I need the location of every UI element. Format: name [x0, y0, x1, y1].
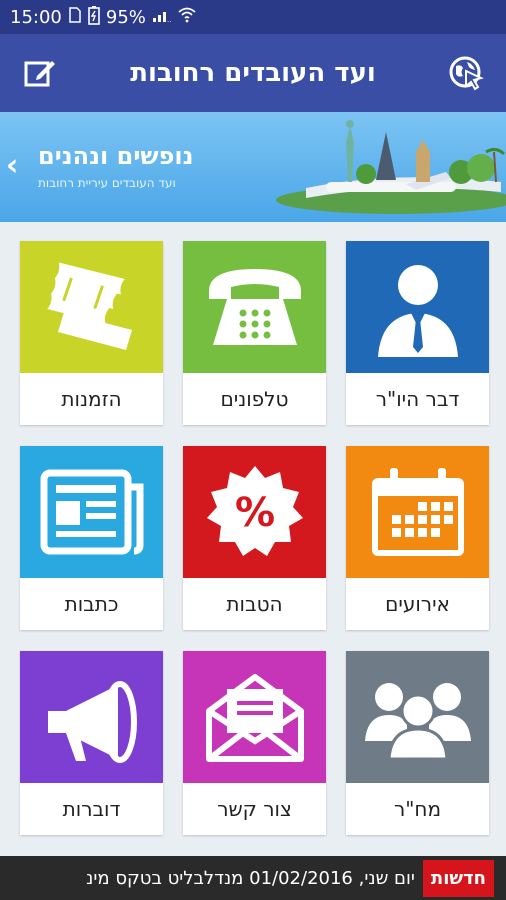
tile-label: הטבות — [226, 592, 283, 616]
calendar-icon — [371, 468, 464, 556]
percent-badge-icon: % — [206, 466, 303, 556]
banner-subtitle: ועד העובדים עיריית רחובות — [38, 176, 176, 190]
tile-label: דבר היו"ר — [375, 387, 460, 411]
globe-cursor-icon[interactable] — [444, 51, 488, 95]
chairman-icon — [377, 265, 458, 357]
tile-label: מח"ר — [393, 797, 442, 821]
news-ticker-text[interactable]: יום שני, 01/02/2016 מנדלבליט בטקס מינ — [86, 868, 415, 889]
megaphone-icon — [47, 681, 137, 763]
tile-benefits[interactable]: % הטבות — [183, 446, 326, 630]
tile-contact[interactable]: צור קשר — [183, 651, 326, 835]
tile-events[interactable]: אירועים — [346, 446, 489, 630]
newspaper-icon — [40, 469, 143, 555]
tile-label: הזמנות — [61, 387, 122, 411]
battery-icon — [88, 5, 100, 30]
tile-label: דוברות — [62, 797, 121, 821]
battery-level: 95% — [105, 6, 146, 28]
tile-spokesperson[interactable]: דוברות — [20, 651, 163, 835]
group-icon — [364, 683, 471, 759]
tile-chairman[interactable]: דבר היו"ר — [346, 241, 489, 425]
envelope-icon — [205, 674, 304, 762]
news-badge: חדשות — [422, 859, 494, 897]
banner-title: נופשים ונהנים — [38, 142, 194, 170]
tile-label: צור קשר — [217, 797, 292, 821]
status-bar: 15:00 95% .. — [0, 0, 506, 34]
tile-phones[interactable]: טלפונים — [183, 241, 326, 425]
status-time: 15:00 — [10, 6, 62, 28]
chevron-left-icon[interactable]: ‹ — [6, 148, 18, 183]
tickets-icon — [46, 262, 132, 350]
edit-icon[interactable] — [18, 51, 62, 95]
app-title: ועד העובדים רחובות — [130, 58, 376, 88]
vacation-banner[interactable]: ‹ נופשים ונהנים ועד העובדים עיריית רחובו… — [0, 112, 506, 222]
travel-landmarks-illustration — [276, 120, 506, 214]
tile-articles[interactable]: כתבות — [20, 446, 163, 630]
tile-label: כתבות — [64, 592, 119, 616]
signal-icon: .. — [152, 7, 172, 28]
svg-text:%: % — [234, 490, 274, 536]
app-bar: ועד העובדים רחובות — [0, 34, 506, 112]
news-ticker[interactable]: חדשות יום שני, 01/02/2016 מנדלבליט בטקס … — [0, 856, 506, 900]
sim-icon — [68, 6, 82, 28]
tile-orders[interactable]: הזמנות — [20, 241, 163, 425]
tile-mahar[interactable]: מח"ר — [346, 651, 489, 835]
wifi-icon — [178, 7, 196, 28]
menu-grid: דבר היו"ר טלפונים הזמנות אירועים % הטבות… — [20, 241, 489, 836]
svg-text:..: .. — [167, 16, 171, 23]
tile-label: טלפונים — [220, 387, 289, 411]
tile-label: אירועים — [385, 592, 450, 616]
telephone-icon — [208, 269, 301, 345]
